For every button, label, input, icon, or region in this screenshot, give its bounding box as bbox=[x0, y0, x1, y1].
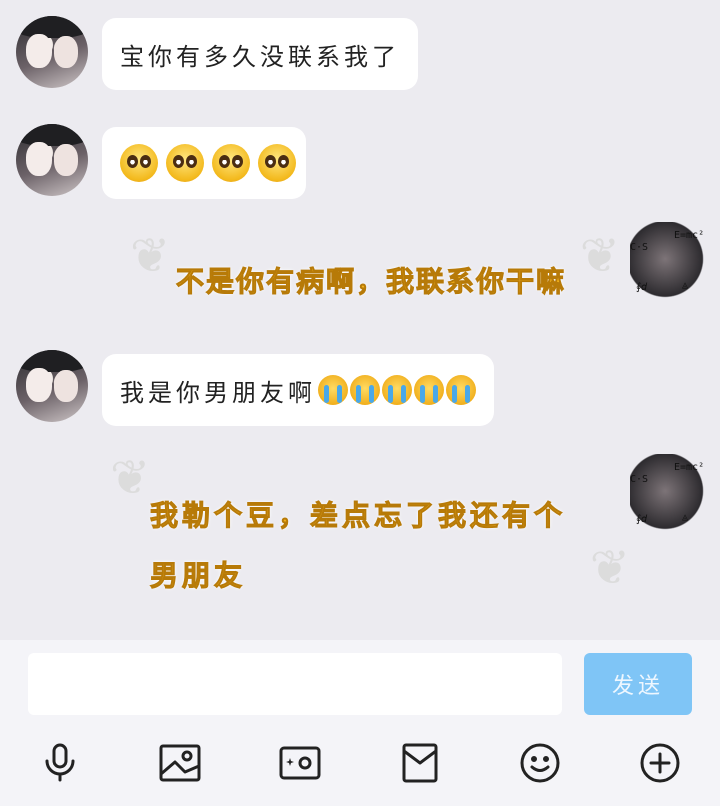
red-packet-icon[interactable] bbox=[397, 740, 443, 786]
doodle-icon: ∮𝑑 bbox=[636, 282, 647, 293]
feather-decoration-icon: ❦ bbox=[110, 450, 151, 506]
image-icon[interactable] bbox=[157, 740, 203, 786]
message-text: 我勒个豆，差点忘了我还有个男朋友 bbox=[150, 499, 567, 593]
composer-bar: 发送 bbox=[0, 640, 720, 806]
doodle-icon: E=mc² bbox=[674, 462, 705, 473]
pleading-face-icon bbox=[212, 144, 250, 182]
message-text: 宝你有多久没联系我了 bbox=[120, 42, 400, 71]
doodle-icon: ∮𝑑 bbox=[636, 514, 647, 525]
message-text: 我是你男朋友啊 bbox=[120, 378, 316, 407]
mic-icon[interactable] bbox=[37, 740, 83, 786]
crying-face-icon bbox=[318, 375, 348, 405]
crying-face-icon bbox=[446, 375, 476, 405]
doodle-icon: C·S bbox=[630, 242, 649, 253]
pleading-face-icon bbox=[120, 144, 158, 182]
doodle-icon: ◬ bbox=[682, 280, 689, 291]
message-bubble[interactable]: 我是你男朋友啊 bbox=[102, 354, 494, 426]
doodle-icon: C·S bbox=[630, 474, 649, 485]
feather-decoration-icon: ❦ bbox=[589, 540, 630, 596]
crying-face-icon bbox=[350, 375, 380, 405]
avatar[interactable] bbox=[16, 350, 88, 422]
doodle-icon: ◬ bbox=[682, 512, 689, 523]
message-input[interactable] bbox=[28, 653, 562, 715]
send-button[interactable]: 发送 bbox=[584, 653, 692, 715]
chat-area: 宝你有多久没联系我了 ❦ ❦ 不是你有病啊，我联系你干嘛 E=mc² C·S ∮… bbox=[0, 0, 720, 640]
avatar[interactable] bbox=[16, 16, 88, 88]
decorated-message-bubble[interactable]: ❦ ❦ 不是你有病啊，我联系你干嘛 bbox=[130, 228, 620, 328]
emoji-icon[interactable] bbox=[517, 740, 563, 786]
message-text: 不是你有病啊，我联系你干嘛 bbox=[175, 265, 567, 299]
doodle-icon: E=mc² bbox=[674, 230, 705, 241]
avatar[interactable]: E=mc² C·S ∮𝑑 ◬ bbox=[630, 454, 708, 536]
message-bubble[interactable] bbox=[102, 127, 306, 199]
feather-decoration-icon: ❦ bbox=[130, 228, 171, 284]
avatar[interactable]: E=mc² C·S ∮𝑑 ◬ bbox=[630, 222, 708, 304]
pleading-face-icon bbox=[166, 144, 204, 182]
pleading-face-icon bbox=[258, 144, 296, 182]
message-bubble[interactable]: 宝你有多久没联系我了 bbox=[102, 18, 418, 90]
crying-face-icon bbox=[414, 375, 444, 405]
plus-icon[interactable] bbox=[637, 740, 683, 786]
decorated-message-bubble[interactable]: ❦ ❦ 我勒个豆，差点忘了我还有个男朋友 bbox=[110, 450, 630, 610]
feather-decoration-icon: ❦ bbox=[579, 228, 620, 284]
avatar[interactable] bbox=[16, 124, 88, 196]
camera-icon[interactable] bbox=[277, 740, 323, 786]
emoji-row bbox=[120, 144, 296, 182]
crying-face-icon bbox=[382, 375, 412, 405]
